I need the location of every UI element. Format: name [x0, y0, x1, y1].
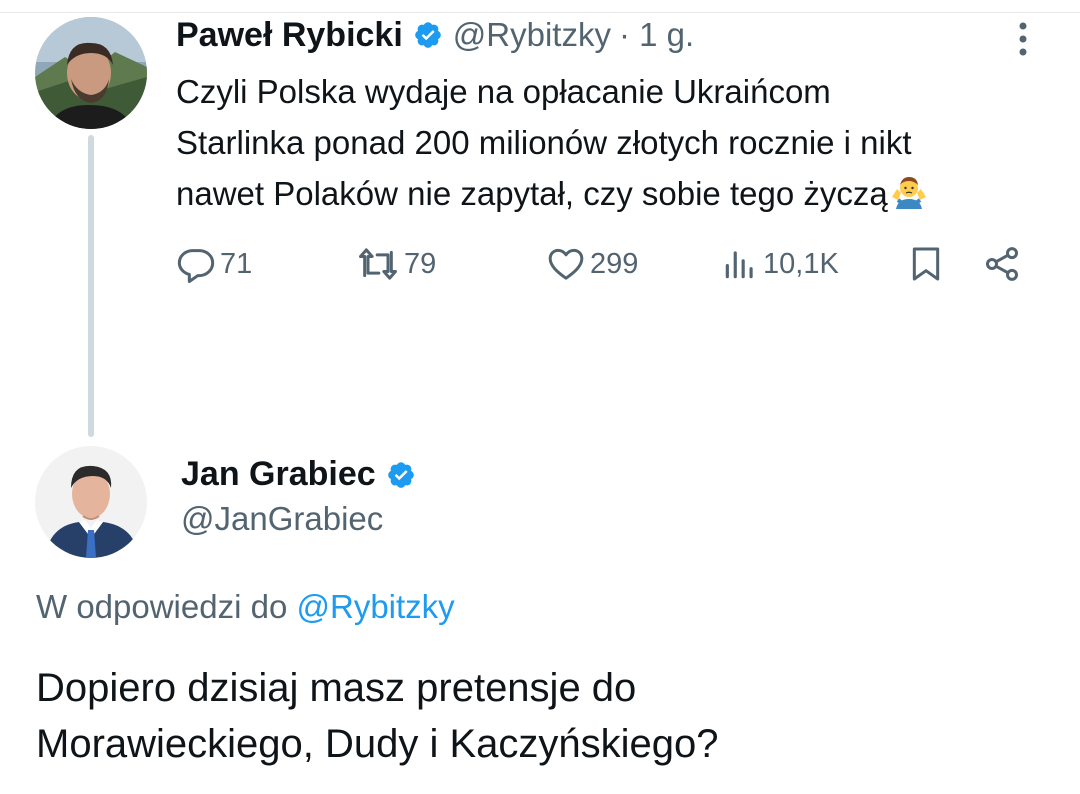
repost-count: 79 [404, 247, 437, 280]
views-button[interactable]: 10,1K [721, 238, 839, 290]
shrug-emoji-icon [890, 173, 928, 211]
like-button[interactable]: 299 [546, 238, 638, 290]
verified-badge-icon [386, 460, 416, 490]
reply-tweet-text: Dopiero dzisiaj masz pretensje do Morawi… [36, 660, 1056, 772]
replying-to: W odpowiedzi do @Rybitzky [36, 588, 455, 626]
bookmark-icon [906, 244, 946, 284]
replying-to-label: W odpowiedzi do [36, 588, 297, 625]
repost-icon [356, 244, 400, 284]
avatar[interactable] [35, 446, 147, 558]
heart-icon [546, 244, 586, 284]
tweet-text-line-with-emoji: nawet Polaków nie zapytał, czy sobie teg… [176, 168, 1056, 219]
verified-badge-icon [413, 20, 443, 50]
reply-button[interactable]: 71 [176, 238, 252, 290]
reply-text-line: Dopiero dzisiaj masz pretensje do [36, 666, 637, 710]
reply-bubble-icon [176, 244, 216, 284]
avatar[interactable] [35, 17, 147, 129]
tweet-header: Paweł Rybicki @Rybitzky · 1 g. [176, 12, 694, 58]
reply-count: 71 [220, 247, 253, 280]
repost-button[interactable]: 79 [356, 238, 436, 290]
views-count: 10,1K [763, 247, 839, 280]
like-count: 299 [590, 247, 639, 280]
share-button[interactable] [982, 238, 1022, 290]
tweet-time[interactable]: · 1 g. [619, 16, 694, 54]
bookmark-button[interactable] [906, 238, 946, 290]
tweet-text-line: nawet Polaków nie zapytał, czy sobie teg… [176, 175, 888, 212]
share-icon [982, 244, 1022, 284]
author-name[interactable]: Jan Grabiec [181, 455, 376, 494]
tweet-text-line: Starlinka ponad 200 milionów złotych roc… [176, 124, 912, 161]
reply-header: Jan Grabiec [181, 455, 416, 494]
replying-to-mention[interactable]: @Rybitzky [296, 588, 454, 625]
reply-text-line: Morawieckiego, Dudy i Kaczyńskiego? [36, 722, 719, 766]
views-bar-chart-icon [721, 244, 759, 284]
author-handle[interactable]: @Rybitzky [453, 16, 611, 54]
tweet-actions: 71 79 299 10,1K [176, 238, 1036, 290]
tweet-text-line: Czyli Polska wydaje na opłacanie Ukraińc… [176, 73, 831, 110]
more-vertical-icon[interactable] [1006, 20, 1040, 60]
author-name[interactable]: Paweł Rybicki [176, 16, 403, 55]
thread-connector-line [88, 135, 94, 437]
author-handle[interactable]: @JanGrabiec [181, 500, 383, 538]
tweet-text: Czyli Polska wydaje na opłacanie Ukraińc… [176, 66, 1056, 219]
